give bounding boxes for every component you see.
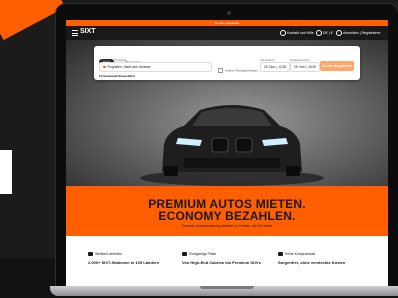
laptop-notch [200,286,254,289]
banner-subline: Premium-Autovermietung weltweit zu Preis… [181,224,273,228]
business-customer-link[interactable]: Firmenkunde/Gewerblich [99,74,135,78]
checkmark-icon [278,252,283,257]
booking-widget: PKW Transporter Abholung & Rückgabe Flug… [94,46,360,80]
checkbox-icon [218,68,223,73]
sixt-logo[interactable]: SIXT [80,28,96,35]
feature-fleet: Einzigartige Flotte Von High-End Cabrios… [182,252,261,266]
pickup-location-input[interactable]: Flughafen, Stadt oder Adresse [99,62,212,72]
menu-icon[interactable] [72,30,78,36]
hero-section: PKW Transporter Abholung & Rückgabe Flug… [66,40,388,188]
return-station-checkbox[interactable]: Andere Rückgabestation [218,68,258,73]
promo-banner: PREMIUM AUTOS MIETEN. ECONOMY BEZAHLEN. … [66,186,388,236]
header-link-language[interactable]: DE | € [316,30,333,36]
laptop-screen: Zu den Angeboten SIXT Kontakt und Hilfe … [66,20,388,286]
pickup-date-input[interactable]: 25. Nov. | 12:30 [260,62,291,72]
help-icon [280,30,286,36]
decorative-white-bar [0,150,12,194]
laptop-bezel: Zu den Angeboten SIXT Kontakt und Hilfe … [56,4,398,286]
location-pin-icon [103,65,106,69]
globe-icon [316,30,322,36]
features-section: Weltweit vertreten 2.000+ SIXT-Stationen… [66,236,388,286]
globe-icon [88,252,93,257]
header-link-help[interactable]: Kontakt und Hilfe [280,30,314,36]
headline-line-2: ECONOMY BEZAHLEN. [158,209,296,223]
user-icon [336,30,342,36]
show-offers-button[interactable]: Zu den Angeboten [320,61,354,71]
laptop-base [50,286,398,296]
site-header: SIXT Kontakt und Hilfe DE | € Anmelden |… [66,26,388,40]
laptop-mockup: Zu den Angeboten SIXT Kontakt und Hilfe … [50,4,398,296]
camera-icon [227,11,231,15]
feature-no-compromise: Keine Kompromisse Sorgenfrei, ohne verst… [278,252,346,266]
header-link-login[interactable]: Anmelden | Registrieren [336,30,380,36]
car-icon [182,252,187,257]
return-date-input[interactable]: 25. Nov. | 16:00 [290,62,321,72]
feature-worldwide: Weltweit vertreten 2.000+ SIXT-Stationen… [88,252,160,266]
